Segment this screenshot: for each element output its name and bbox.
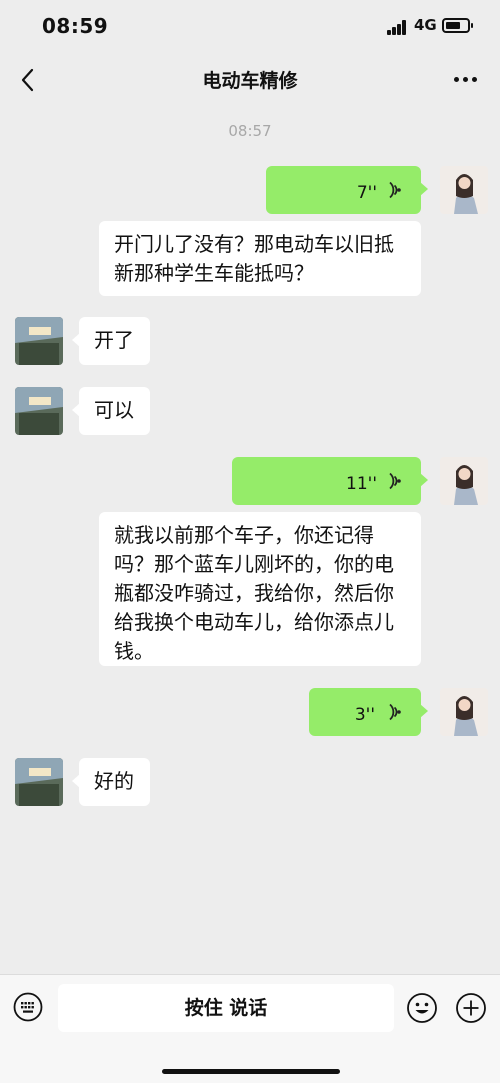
more-dots-icon[interactable]: [454, 77, 478, 83]
voice-duration: 7'': [356, 183, 377, 203]
voice-message[interactable]: 11'': [232, 457, 428, 505]
network-type: 4G: [414, 16, 437, 34]
text-message[interactable]: 开了: [72, 317, 150, 365]
avatar[interactable]: [15, 758, 63, 806]
emoji-icon[interactable]: [406, 992, 438, 1024]
plus-circle-icon[interactable]: [455, 992, 487, 1024]
message-text: 开门儿了没有？那电动车以旧抵新那种学生车能抵吗？: [114, 232, 394, 285]
avatar[interactable]: [15, 317, 63, 365]
home-indicator: [162, 1069, 340, 1074]
voice-message[interactable]: 3'': [309, 688, 428, 736]
text-message[interactable]: 可以: [72, 387, 150, 435]
message-text: 可以: [94, 398, 134, 422]
keyboard-icon[interactable]: [13, 992, 43, 1022]
battery-icon: [442, 18, 473, 33]
text-message[interactable]: 就我以前那个车子，你还记得吗？那个蓝车儿刚坏的，你的电瓶都没咋骑过，我给你，然后…: [99, 512, 421, 666]
avatar[interactable]: [440, 688, 488, 736]
voice-duration: 11'': [346, 474, 377, 494]
message-text: 开了: [94, 328, 134, 352]
status-bar: 08:59 4G: [0, 0, 500, 55]
message-text: 好的: [94, 769, 134, 793]
voice-wave-icon: [389, 472, 401, 490]
avatar[interactable]: [15, 387, 63, 435]
text-message[interactable]: 开门儿了没有？那电动车以旧抵新那种学生车能抵吗？: [99, 221, 421, 296]
status-time: 08:59: [42, 14, 109, 38]
voice-wave-icon: [389, 181, 401, 199]
avatar[interactable]: [440, 166, 488, 214]
message-timestamp: 08:57: [228, 122, 272, 140]
voice-wave-icon: [389, 703, 401, 721]
voice-message[interactable]: 7'': [266, 166, 428, 214]
message-text: 就我以前那个车子，你还记得吗？那个蓝车儿刚坏的，你的电瓶都没咋骑过，我给你，然后…: [114, 523, 394, 663]
hold-to-talk-button[interactable]: 按住 说话: [58, 984, 394, 1032]
chat-title: 电动车精修: [202, 70, 298, 92]
voice-duration: 3'': [354, 705, 375, 725]
nav-bar: 电动车精修: [0, 55, 500, 105]
avatar[interactable]: [440, 457, 488, 505]
input-bar: 按住 说话: [0, 974, 500, 1083]
text-message[interactable]: 好的: [72, 758, 150, 806]
signal-icon: [387, 19, 409, 35]
